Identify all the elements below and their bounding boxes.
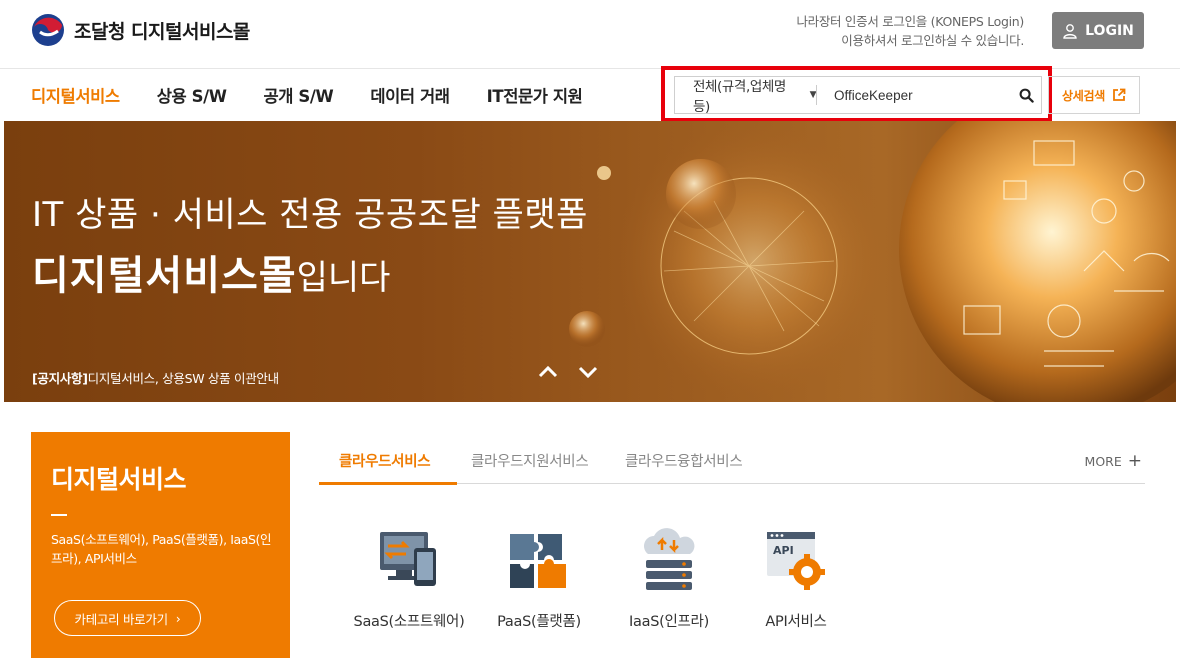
nav-item-digital-service[interactable]: 디지털서비스	[31, 83, 120, 107]
hero-banner[interactable]: IT 상품 · 서비스 전용 공공조달 플랫폼 디지털서비스몰입니다 [공지사항…	[4, 121, 1176, 402]
external-link-icon	[1113, 88, 1126, 101]
search-button[interactable]	[1011, 77, 1041, 113]
nav-item-open-sw[interactable]: 공개 S/W	[264, 83, 334, 107]
paas-icon	[510, 534, 566, 588]
main-nav: 디지털서비스 상용 S/W 공개 S/W 데이터 거래 IT전문가 지원	[31, 70, 619, 120]
search-category-value: 전체(규격,업체명 등)	[693, 79, 786, 115]
card-title: 디지털서비스	[51, 465, 187, 494]
notice-tag: [공지사항]	[32, 371, 88, 386]
service-item-api[interactable]: API API서비스	[731, 526, 861, 631]
login-label: LOGIN	[1085, 22, 1134, 39]
iaas-icon	[644, 528, 695, 590]
notice-text: 디지털서비스, 상용SW 상품 이관안내	[87, 371, 280, 386]
nav-item-it-expert[interactable]: IT전문가 지원	[487, 83, 583, 107]
service-tabs: 클라우드서비스 클라우드지원서비스 클라우드융합서비스 MORE +	[319, 436, 1145, 485]
digital-service-card: 디지털서비스 SaaS(소프트웨어), PaaS(플랫폼), IaaS(인프라)…	[31, 432, 290, 658]
hero-title-suffix: 입니다	[296, 258, 391, 298]
card-divider	[51, 514, 67, 516]
saas-icon	[380, 532, 436, 586]
chevron-down-icon[interactable]	[577, 364, 599, 380]
active-tab-underline	[319, 482, 457, 485]
api-icon: API	[767, 532, 825, 590]
login-note-line2: 이용하셔서 로그인하실 수 있습니다.	[841, 33, 1024, 48]
category-shortcut-label: 카테고리 바로가기	[74, 611, 169, 627]
advanced-search-label: 상세검색	[1062, 88, 1105, 103]
user-icon	[1063, 23, 1077, 39]
chevron-up-icon[interactable]	[537, 364, 559, 380]
tab-cloud-convergence-service[interactable]: 클라우드융합서비스	[625, 450, 743, 471]
tab-cloud-service[interactable]: 클라우드서비스	[339, 450, 431, 471]
more-label: MORE	[1084, 453, 1122, 469]
card-description: SaaS(소프트웨어), PaaS(플랫폼), IaaS(인프라), API서비…	[51, 532, 272, 566]
service-item-saas[interactable]: SaaS(소프트웨어)	[344, 526, 474, 631]
chevron-right-icon: ›	[175, 610, 181, 626]
search-icon	[1019, 88, 1034, 103]
login-note-line1: 나라장터 인증서 로그인을 (KONEPS Login)	[796, 14, 1024, 29]
site-logo[interactable]: 조달청 디지털서비스몰	[30, 12, 250, 48]
hero-title-strong: 디지털서비스몰	[32, 253, 297, 299]
search-box: 전체(규격,업체명 등) ▼	[674, 75, 1042, 115]
login-note: 나라장터 인증서 로그인을 (KONEPS Login) 이용하셔서 로그인하실…	[796, 12, 1024, 50]
more-link[interactable]: MORE +	[1085, 451, 1142, 471]
service-label: IaaS(인프라)	[629, 614, 709, 630]
taegeuk-logo-icon	[32, 14, 64, 46]
service-item-iaas[interactable]: IaaS(인프라)	[604, 526, 734, 631]
hero-headline: IT 상품 · 서비스 전용 공공조달 플랫폼	[32, 195, 588, 235]
advanced-search-button[interactable]: 상세검색	[1048, 76, 1140, 114]
hero-title: 디지털서비스몰입니다	[32, 243, 390, 301]
top-header: 조달청 디지털서비스몰 나라장터 인증서 로그인을 (KONEPS Login)…	[0, 0, 1180, 68]
svg-text:API: API	[773, 544, 794, 557]
category-shortcut-button[interactable]: 카테고리 바로가기 ›	[54, 600, 201, 636]
logo-text: 조달청 디지털서비스몰	[74, 20, 250, 43]
service-label: API서비스	[765, 614, 827, 630]
service-label: SaaS(소프트웨어)	[353, 614, 465, 630]
login-button[interactable]: LOGIN	[1052, 12, 1144, 49]
tab-cloud-support-service[interactable]: 클라우드지원서비스	[471, 450, 589, 471]
notice-arrows	[537, 364, 599, 380]
service-label: PaaS(플랫폼)	[497, 614, 581, 630]
notice-link[interactable]: [공지사항]디지털서비스, 상용SW 상품 이관안내	[32, 368, 279, 387]
nav-item-commercial-sw[interactable]: 상용 S/W	[157, 83, 227, 107]
plus-icon: +	[1127, 451, 1142, 471]
search-category-select[interactable]: 전체(규격,업체명 등) ▼	[675, 75, 817, 115]
search-input[interactable]	[817, 87, 1012, 103]
service-item-paas[interactable]: PaaS(플랫폼)	[474, 526, 604, 631]
nav-item-data-trade[interactable]: 데이터 거래	[370, 83, 450, 107]
